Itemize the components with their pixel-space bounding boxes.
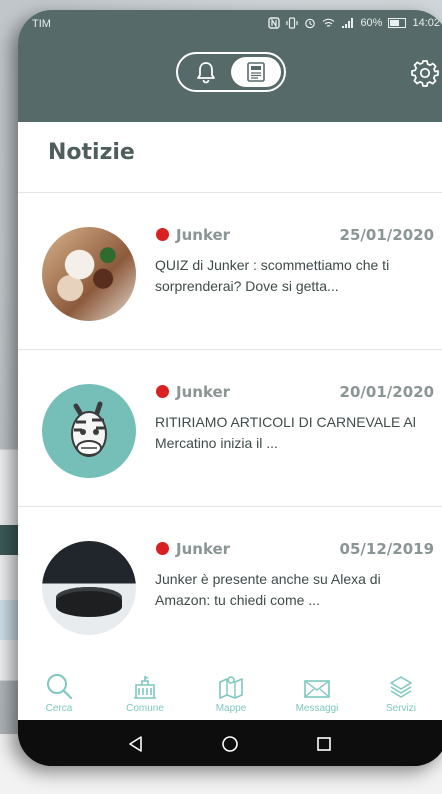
unread-dot	[156, 385, 169, 398]
unread-dot	[156, 228, 169, 241]
app-header	[18, 38, 442, 122]
wifi-icon	[323, 18, 335, 27]
android-navigation-bar	[18, 720, 442, 766]
nfc-icon	[268, 17, 281, 29]
page-title: Notizie	[48, 140, 135, 165]
bottom-navigation: Cerca Comune Mappe Messaggi Servizi	[18, 660, 442, 720]
bell-icon	[197, 62, 215, 84]
mail-icon	[304, 680, 330, 698]
echo-speaker-shape	[56, 587, 122, 617]
news-date: 20/01/2020	[339, 383, 434, 401]
recents-button[interactable]	[312, 732, 336, 756]
settings-button[interactable]	[408, 56, 442, 90]
home-button[interactable]	[218, 732, 242, 756]
town-hall-icon	[134, 676, 156, 699]
layers-icon	[390, 676, 412, 698]
battery-percent: 60%	[360, 17, 383, 29]
signal-icon	[342, 18, 354, 28]
search-icon	[47, 674, 73, 700]
battery-icon	[388, 18, 407, 28]
vibrate-icon	[286, 17, 299, 29]
news-item[interactable]: Junker 20/01/2020 RITIRIAMO ARTICOLI DI …	[18, 350, 442, 507]
phone-frame: TIM 60% 14:02 Notizie Junker 25/01/2020 …	[18, 10, 442, 766]
newspaper-icon	[247, 62, 265, 82]
back-button[interactable]	[124, 732, 148, 756]
nav-label: Mappe	[215, 703, 247, 714]
news-thumbnail-food	[42, 227, 136, 321]
news-thumbnail-alexa	[42, 541, 136, 635]
news-list: Junker 25/01/2020 QUIZ di Junker : scomm…	[18, 193, 442, 664]
nav-label: Servizi	[385, 703, 416, 714]
news-item[interactable]: Junker 25/01/2020 QUIZ di Junker : scomm…	[18, 193, 442, 350]
gear-icon	[411, 60, 439, 87]
news-source: Junker	[176, 540, 231, 558]
unread-dot	[156, 542, 169, 555]
map-icon	[219, 676, 243, 699]
news-excerpt: RITIRIAMO ARTICOLI DI CARNEVALE Al Merca…	[155, 414, 416, 451]
recents-square-icon	[317, 737, 331, 751]
home-circle-icon	[222, 736, 238, 752]
nav-servizi[interactable]: Servizi	[366, 672, 436, 714]
carrier-label: TIM	[32, 18, 51, 30]
status-icons: 60% 14:02	[268, 17, 440, 29]
nav-messaggi[interactable]: Messaggi	[282, 672, 352, 714]
news-date: 05/12/2019	[339, 540, 434, 558]
nav-label: Messaggi	[295, 703, 339, 714]
news-item[interactable]: Junker 05/12/2019 Junker è presente anch…	[18, 507, 442, 664]
back-triangle-icon	[129, 736, 142, 752]
nav-cerca[interactable]: Cerca	[24, 672, 94, 714]
news-toggle[interactable]	[231, 57, 281, 87]
nav-label: Comune	[126, 703, 164, 714]
news-date: 25/01/2020	[339, 226, 434, 244]
notifications-toggle[interactable]	[184, 58, 228, 86]
clock: 14:02	[412, 17, 440, 29]
news-thumbnail-zebra	[42, 384, 136, 478]
nav-mappe[interactable]: Mappe	[196, 672, 266, 714]
news-source: Junker	[176, 226, 231, 244]
nav-label: Cerca	[45, 703, 73, 714]
phone-screen: TIM 60% 14:02 Notizie Junker 25/01/2020 …	[18, 10, 442, 720]
nav-comune[interactable]: Comune	[110, 672, 180, 714]
view-toggle[interactable]	[176, 52, 286, 92]
news-source: Junker	[176, 383, 231, 401]
zebra-mascot-icon	[71, 401, 107, 457]
news-excerpt: Junker è presente anche su Alexa di Amaz…	[155, 571, 381, 608]
status-bar: TIM 60% 14:02	[18, 10, 442, 38]
alarm-icon	[305, 18, 316, 29]
news-excerpt: QUIZ di Junker : scommettiamo che ti sor…	[155, 257, 390, 294]
